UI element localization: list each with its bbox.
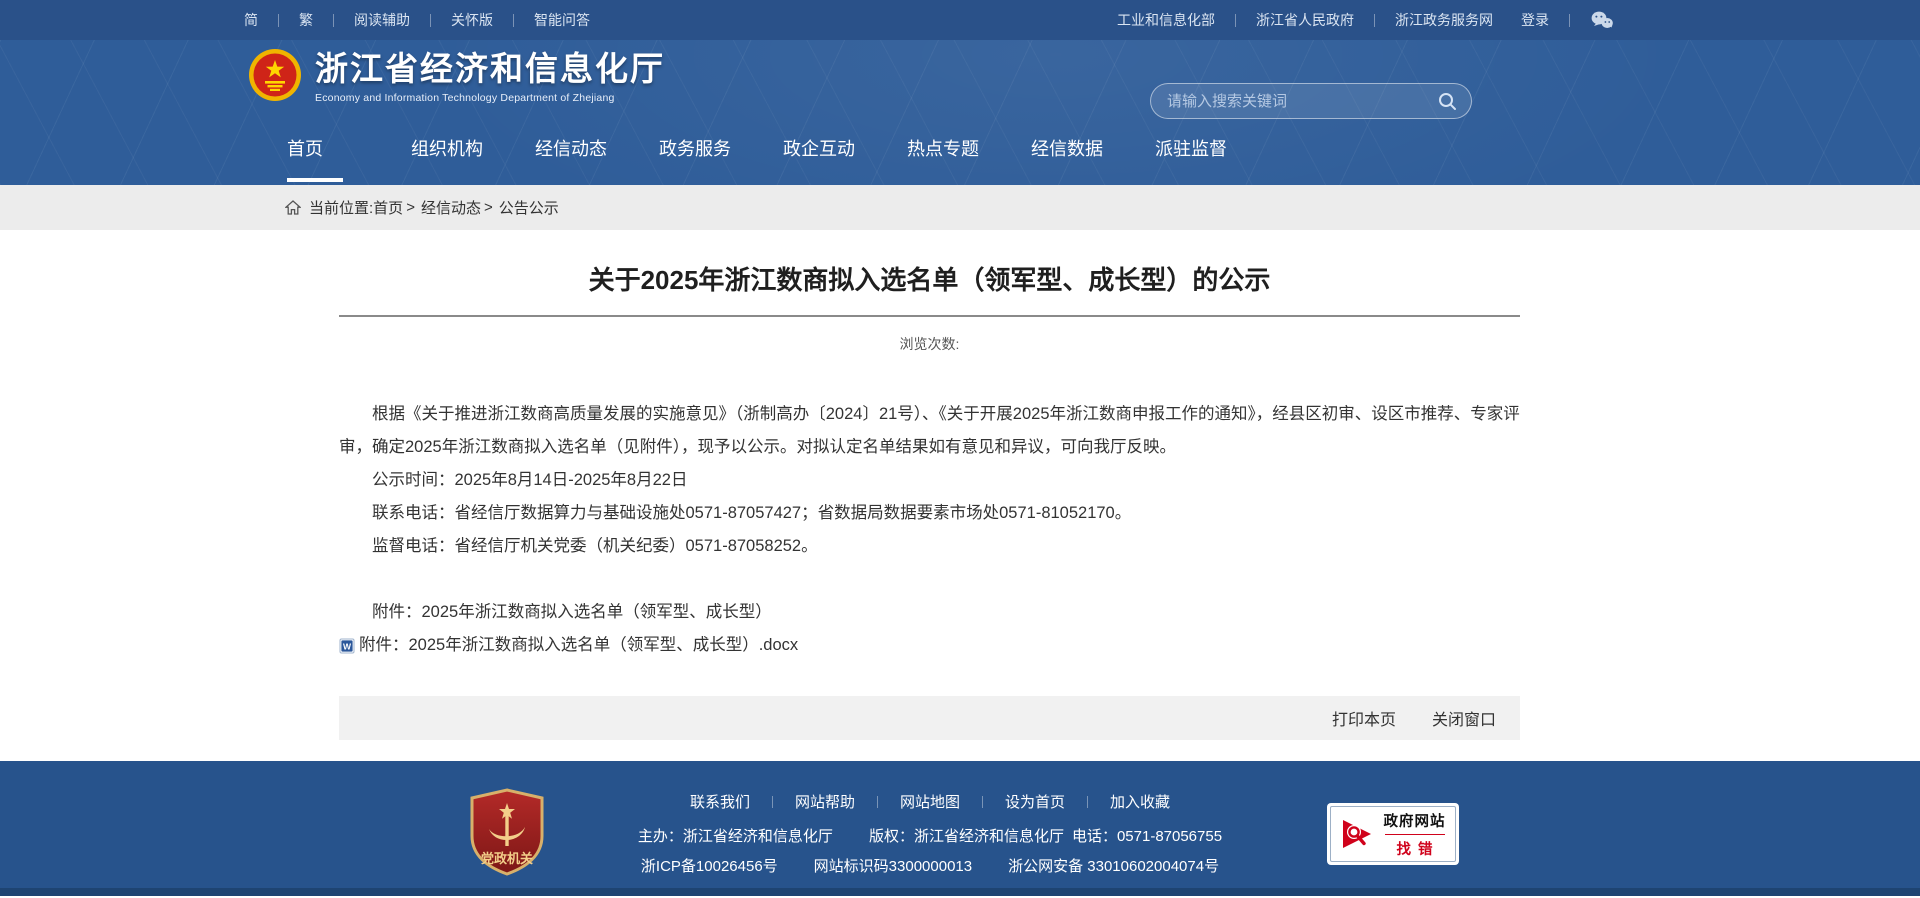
divider: [1569, 14, 1570, 27]
attachment-download-link[interactable]: 附件：2025年浙江数商拟入选名单（领军型、成长型）.docx: [359, 629, 798, 662]
topbar-link-accessibility[interactable]: 关怀版: [451, 10, 493, 30]
breadcrumb-announcements[interactable]: 公告公示: [499, 197, 559, 218]
divider: [1087, 796, 1088, 808]
topbar-link-zj-service[interactable]: 浙江政务服务网: [1395, 10, 1493, 30]
article-action-bar: 打印本页 关闭窗口: [339, 696, 1520, 740]
gov-site-error-report-badge[interactable]: 政府网站 找错: [1327, 803, 1459, 865]
divider: [1235, 14, 1236, 27]
topbar-link-simplified[interactable]: 简: [244, 10, 258, 30]
article-body: 根据《关于推进浙江数商高质量发展的实施意见》（浙制高办〔2024〕21号）、《关…: [339, 398, 1520, 662]
footer: 党政机关 联系我们 网站帮助 网站地图 设为首页 加入收藏 主办：浙江省经济和信…: [0, 761, 1920, 888]
topbar-link-zj-gov[interactable]: 浙江省人民政府: [1256, 10, 1354, 30]
error-report-badge-line2: 找错: [1397, 838, 1440, 859]
top-utility-bar-inner: 简 繁 阅读辅助 关怀版 智能问答 工业和信息化部 浙江省人民政府 浙江政务服务…: [244, 0, 1614, 40]
breadcrumb-bar: 当前位置: 首页 > 经信动态 > 公告公示: [0, 185, 1920, 230]
footer-link-help[interactable]: 网站帮助: [795, 791, 855, 812]
attachment-row: W 附件：2025年浙江数商拟入选名单（领军型、成长型）.docx: [339, 629, 1520, 662]
site-brand[interactable]: 浙江省经济和信息化厅 Economy and Information Techn…: [248, 48, 665, 107]
article-paragraph-publicity-period: 公示时间：2025年8月14日-2025年8月22日: [339, 464, 1520, 497]
article-paragraph: 根据《关于推进浙江数商高质量发展的实施意见》（浙制高办〔2024〕21号）、《关…: [339, 398, 1520, 464]
site-header-inner: 浙江省经济和信息化厅 Economy and Information Techn…: [244, 40, 1614, 119]
footer-link-set-homepage[interactable]: 设为首页: [1005, 791, 1065, 812]
top-utility-bar: 简 繁 阅读辅助 关怀版 智能问答 工业和信息化部 浙江省人民政府 浙江政务服务…: [0, 0, 1920, 40]
footer-police-record[interactable]: 浙公网安备 33010602004074号: [1008, 858, 1219, 875]
main-nav: 首页 组织机构 经信动态 政务服务 政企互动 热点专题 经信数据 派驻监督: [287, 119, 1279, 185]
divider: [1385, 834, 1445, 835]
error-report-badge-text: 政府网站 找错: [1384, 810, 1446, 859]
breadcrumb-prefix: 当前位置:: [309, 197, 373, 218]
breadcrumb-separator: >: [406, 199, 415, 216]
nav-item-gov-services[interactable]: 政务服务: [659, 119, 783, 185]
divider: [430, 14, 431, 27]
nav-item-data[interactable]: 经信数据: [1031, 119, 1155, 185]
topbar-link-traditional[interactable]: 繁: [299, 10, 313, 30]
breadcrumb-separator: >: [484, 199, 493, 216]
breadcrumb-news[interactable]: 经信动态: [421, 197, 481, 218]
divider: [772, 796, 773, 808]
content-area: 关于2025年浙江数商拟入选名单（领军型、成长型）的公示 浏览次数: 根据《关于…: [0, 230, 1920, 740]
nav-item-hot-topics[interactable]: 热点专题: [907, 119, 1031, 185]
footer-link-add-favorite[interactable]: 加入收藏: [1110, 791, 1170, 812]
breadcrumb: 当前位置: 首页 > 经信动态 > 公告公示: [285, 185, 1920, 230]
nav-item-news[interactable]: 经信动态: [535, 119, 659, 185]
attachment-heading: 附件：2025年浙江数商拟入选名单（领军型、成长型）: [339, 596, 1520, 629]
nav-item-home[interactable]: 首页: [287, 119, 411, 185]
word-doc-icon: W: [339, 638, 355, 654]
error-report-badge-line1: 政府网站: [1384, 810, 1446, 831]
print-page-button[interactable]: 打印本页: [1332, 706, 1396, 730]
svg-text:W: W: [343, 641, 352, 651]
home-icon: [285, 200, 301, 215]
view-count-label: 浏览次数:: [339, 334, 1520, 354]
topbar-right-links: 工业和信息化部 浙江省人民政府 浙江政务服务网 登录: [1117, 10, 1614, 30]
search-icon[interactable]: [1438, 92, 1457, 111]
breadcrumb-home[interactable]: 首页: [373, 197, 403, 218]
footer-bottom-strip: [0, 888, 1920, 896]
error-report-magnifier-icon: [1341, 815, 1377, 853]
article-paragraph-supervision-phone: 监督电话：省经信厅机关党委（机关纪委）0571-87058252。: [339, 530, 1520, 563]
topbar-left-links: 简 繁 阅读辅助 关怀版 智能问答: [244, 10, 590, 30]
topbar-link-smart-qa[interactable]: 智能问答: [534, 10, 590, 30]
footer-link-contact[interactable]: 联系我们: [690, 791, 750, 812]
spacer: [339, 563, 1520, 596]
page: 简 繁 阅读辅助 关怀版 智能问答 工业和信息化部 浙江省人民政府 浙江政务服务…: [0, 0, 1920, 896]
divider: [877, 796, 878, 808]
brand-text: 浙江省经济和信息化厅 Economy and Information Techn…: [315, 51, 665, 103]
divider: [278, 14, 279, 27]
site-name: 浙江省经济和信息化厅: [315, 51, 665, 87]
divider: [513, 14, 514, 27]
topbar-link-reading-aid[interactable]: 阅读辅助: [354, 10, 410, 30]
nav-item-supervision[interactable]: 派驻监督: [1155, 119, 1279, 185]
close-window-button[interactable]: 关闭窗口: [1432, 706, 1496, 730]
nav-item-organization[interactable]: 组织机构: [411, 119, 535, 185]
site-name-english: Economy and Information Technology Depar…: [315, 92, 665, 104]
footer-icp-number[interactable]: 浙ICP备10026456号: [641, 858, 778, 875]
footer-sponsor: 主办：浙江省经济和信息化厅: [638, 828, 833, 845]
topbar-link-miit[interactable]: 工业和信息化部: [1117, 10, 1215, 30]
gov-site-error-report-badge-inner: 政府网站 找错: [1330, 806, 1456, 862]
search-input[interactable]: [1165, 92, 1438, 111]
search-box: [1150, 83, 1472, 119]
site-header: 浙江省经济和信息化厅 Economy and Information Techn…: [0, 40, 1920, 185]
national-emblem-icon: [248, 48, 302, 107]
wechat-icon[interactable]: [1590, 10, 1614, 30]
divider: [333, 14, 334, 27]
footer-site-code: 网站标识码3300000013: [814, 858, 972, 875]
article: 关于2025年浙江数商拟入选名单（领军型、成长型）的公示 浏览次数: 根据《关于…: [339, 230, 1520, 740]
title-divider: [339, 315, 1520, 317]
nav-item-interaction[interactable]: 政企互动: [783, 119, 907, 185]
footer-copyright: 版权：浙江省经济和信息化厅: [869, 828, 1064, 845]
divider: [982, 796, 983, 808]
article-paragraph-contact-phone: 联系电话：省经信厅数据算力与基础设施处0571-87057427；省数据局数据要…: [339, 497, 1520, 530]
divider: [1374, 14, 1375, 27]
footer-phone: 电话：0571-87056755: [1072, 828, 1222, 845]
login-link[interactable]: 登录: [1521, 10, 1549, 30]
article-title: 关于2025年浙江数商拟入选名单（领军型、成长型）的公示: [339, 264, 1520, 296]
footer-link-sitemap[interactable]: 网站地图: [900, 791, 960, 812]
